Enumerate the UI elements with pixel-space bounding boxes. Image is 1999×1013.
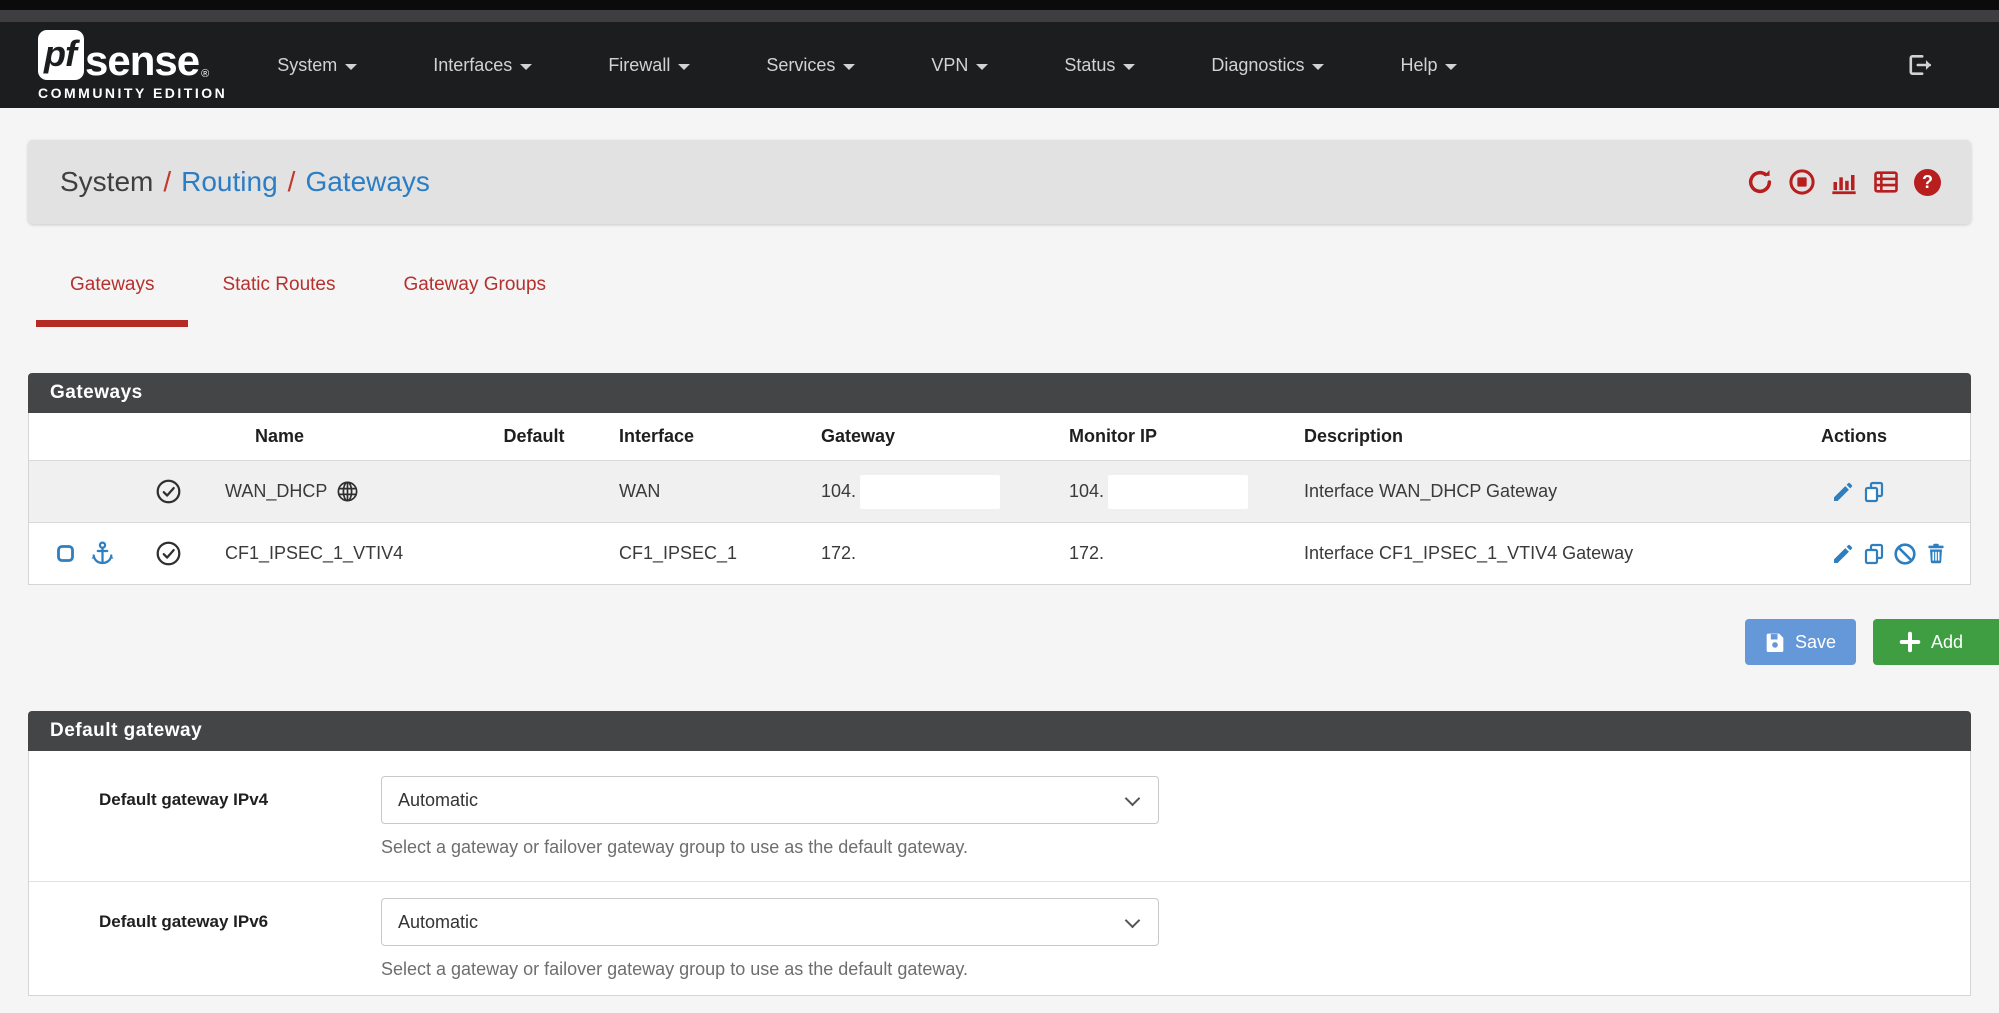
- routing-tabs: Gateways Static Routes Gateway Groups: [36, 274, 1999, 327]
- breadcrumb-routing-link[interactable]: Routing: [181, 166, 278, 198]
- gateway-address: 104.: [821, 481, 856, 502]
- gateways-panel: Gateways Name Default Interface Gateway …: [28, 373, 1971, 585]
- logo-pf-badge: pf: [38, 30, 84, 80]
- default-gateway-ipv4-help: Select a gateway or failover gateway gro…: [381, 837, 1159, 858]
- chevron-down-icon: [1123, 64, 1135, 70]
- monitor-ip: 104.: [1069, 481, 1104, 502]
- breadcrumb-system: System: [60, 166, 153, 198]
- breadcrumb: System / Routing / Gateways: [60, 166, 430, 198]
- logo-sense-text: sense: [85, 42, 199, 80]
- default-gateway-ipv6-label: Default gateway IPv6: [29, 898, 381, 932]
- sign-out-icon[interactable]: [1907, 52, 1933, 78]
- delete-gateway-trash-icon[interactable]: [1924, 542, 1948, 566]
- disable-gateway-ban-icon[interactable]: [1893, 542, 1917, 566]
- gateways-panel-title: Gateways: [28, 373, 1971, 413]
- plus-icon: [1899, 631, 1921, 653]
- static-gateway-square-icon: [55, 543, 76, 564]
- redacted-ip-box: [860, 475, 1000, 509]
- default-gateway-ipv6-row: Default gateway IPv6 Automatic Select a …: [29, 881, 1970, 995]
- edit-gateway-icon[interactable]: [1831, 480, 1855, 504]
- logo-subtitle: COMMUNITY EDITION: [38, 85, 227, 101]
- gateway-enabled-check-icon: [155, 478, 182, 505]
- monitor-ip: 172.: [1069, 543, 1104, 564]
- status-monitoring-chart-icon[interactable]: [1830, 168, 1858, 196]
- column-header-gateway: Gateway: [781, 413, 1027, 460]
- nav-item-help[interactable]: Help: [1362, 22, 1495, 108]
- gateway-enabled-check-icon: [155, 540, 182, 567]
- table-buttons-row: Save Add: [28, 619, 1971, 665]
- default-gateway-panel: Default gateway Default gateway IPv4 Aut…: [28, 711, 1971, 996]
- help-icon[interactable]: ?: [1914, 169, 1941, 196]
- logo-trademark: ®: [201, 68, 209, 80]
- gateway-name: CF1_IPSEC_1_VTIV4: [225, 543, 403, 564]
- column-header-actions: Actions: [1791, 413, 1970, 460]
- default-gateway-ipv4-select[interactable]: Automatic: [381, 776, 1159, 824]
- chevron-down-icon: [345, 64, 357, 70]
- breadcrumb-gateways-link[interactable]: Gateways: [305, 166, 430, 198]
- gateway-address: 172.: [821, 543, 856, 564]
- refresh-icon[interactable]: [1746, 168, 1774, 196]
- default-gateway-panel-title: Default gateway: [28, 711, 1971, 751]
- default-gateway-globe-icon: [336, 480, 359, 503]
- chevron-down-icon: [843, 64, 855, 70]
- save-button[interactable]: Save: [1745, 619, 1856, 665]
- page-action-icons: ?: [1746, 168, 1941, 196]
- default-gateway-ipv4-row: Default gateway IPv4 Automatic Select a …: [29, 751, 1970, 881]
- copy-gateway-icon[interactable]: [1862, 480, 1886, 504]
- main-navbar: pf sense ® COMMUNITY EDITION System Inte…: [0, 22, 1999, 108]
- add-gateway-button[interactable]: Add: [1873, 619, 1999, 665]
- tab-gateways[interactable]: Gateways: [36, 274, 188, 327]
- default-gateway-ipv6-select[interactable]: Automatic: [381, 898, 1159, 946]
- breadcrumb-bar: System / Routing / Gateways: [28, 140, 1971, 224]
- edit-gateway-icon[interactable]: [1831, 542, 1855, 566]
- default-gateway-ipv6-help: Select a gateway or failover gateway gro…: [381, 959, 1159, 980]
- floppy-disk-icon: [1765, 632, 1785, 652]
- chevron-down-icon: [520, 64, 532, 70]
- gateway-description: Interface CF1_IPSEC_1_VTIV4 Gateway: [1267, 522, 1791, 584]
- column-header-description: Description: [1267, 413, 1791, 460]
- default-gateway-ipv4-label: Default gateway IPv4: [29, 776, 381, 810]
- gateway-interface: CF1_IPSEC_1: [591, 522, 781, 584]
- log-list-icon[interactable]: [1872, 168, 1900, 196]
- window-top-strip: [0, 0, 1999, 10]
- nav-item-system[interactable]: System: [239, 22, 395, 108]
- column-header-default: Default: [477, 413, 591, 460]
- chevron-down-icon: [1312, 64, 1324, 70]
- redacted-ip-box: [1108, 475, 1248, 509]
- gateway-name: WAN_DHCP: [225, 481, 327, 502]
- chevron-down-icon: [1125, 791, 1141, 807]
- nav-item-interfaces[interactable]: Interfaces: [395, 22, 570, 108]
- nav-item-status[interactable]: Status: [1026, 22, 1173, 108]
- stop-monitoring-icon[interactable]: [1788, 168, 1816, 196]
- anchor-icon: [89, 540, 116, 567]
- window-title-strip: [0, 10, 1999, 22]
- tab-static-routes[interactable]: Static Routes: [188, 274, 369, 327]
- nav-item-firewall[interactable]: Firewall: [570, 22, 728, 108]
- tab-gateway-groups[interactable]: Gateway Groups: [369, 274, 580, 327]
- gateway-description: Interface WAN_DHCP Gateway: [1267, 460, 1791, 522]
- nav-item-services[interactable]: Services: [728, 22, 893, 108]
- chevron-down-icon: [976, 64, 988, 70]
- column-header-interface: Interface: [591, 413, 781, 460]
- nav-item-vpn[interactable]: VPN: [893, 22, 1026, 108]
- nav-menu: System Interfaces Firewall Services VPN …: [239, 22, 1495, 108]
- chevron-down-icon: [678, 64, 690, 70]
- chevron-down-icon: [1445, 64, 1457, 70]
- nav-item-diagnostics[interactable]: Diagnostics: [1173, 22, 1362, 108]
- column-header-monitor-ip: Monitor IP: [1027, 413, 1267, 460]
- column-header-name: Name: [207, 413, 477, 460]
- chevron-down-icon: [1125, 913, 1141, 929]
- gateway-interface: WAN: [591, 460, 781, 522]
- copy-gateway-icon[interactable]: [1862, 542, 1886, 566]
- pfsense-logo[interactable]: pf sense ® COMMUNITY EDITION: [38, 30, 227, 101]
